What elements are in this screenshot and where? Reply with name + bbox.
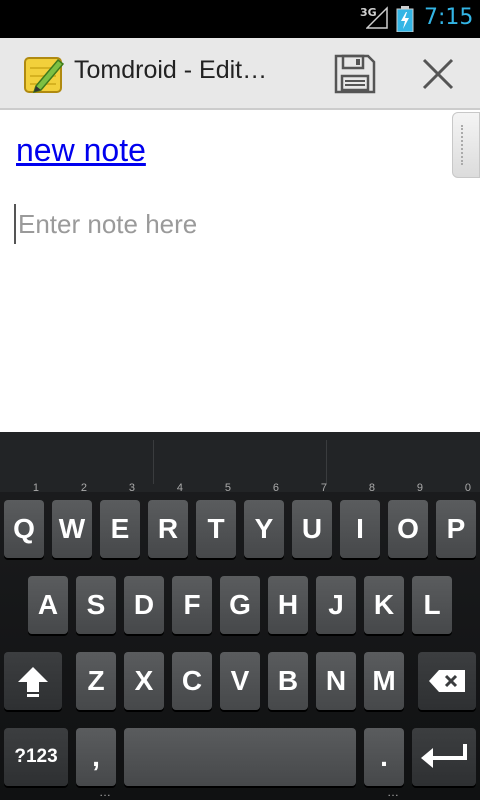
key-k[interactable]: K [364, 576, 404, 634]
floppy-disk-icon[interactable] [330, 50, 378, 98]
key-d[interactable]: D [124, 576, 164, 634]
signal-strength-icon [366, 6, 388, 29]
comma-key[interactable]: ,… [76, 728, 116, 798]
key-s[interactable]: S [76, 576, 116, 634]
status-bar: 3G 7:15 [0, 0, 480, 38]
key-e[interactable]: E3 [100, 482, 140, 558]
key-u[interactable]: U7 [292, 482, 332, 558]
key-r[interactable]: R4 [148, 482, 188, 558]
key-p[interactable]: P0 [436, 482, 476, 558]
enter-key[interactable] [412, 728, 476, 786]
note-body-input[interactable] [14, 204, 460, 244]
key-x[interactable]: X [124, 652, 164, 710]
key-v[interactable]: V [220, 652, 260, 710]
page-title: Tomdroid - Edit… [74, 56, 268, 84]
key-c[interactable]: C [172, 652, 212, 710]
key-n[interactable]: N [316, 652, 356, 710]
key-y[interactable]: Y6 [244, 482, 284, 558]
key-z[interactable]: Z [76, 652, 116, 710]
key-m[interactable]: M [364, 652, 404, 710]
pencil-notepad-icon[interactable] [22, 52, 66, 96]
key-w[interactable]: W2 [52, 482, 92, 558]
space-bar[interactable] [124, 728, 356, 786]
period-key[interactable]: .… [364, 728, 404, 798]
note-title-link[interactable]: new note [16, 132, 146, 169]
key-q[interactable]: Q1 [4, 482, 44, 558]
battery-charging-icon [396, 6, 414, 32]
fast-scroll-handle[interactable] [452, 112, 480, 178]
shift-arrow-icon [18, 667, 48, 697]
symbols-key[interactable]: ?123 [4, 728, 68, 786]
close-x-icon[interactable] [414, 50, 462, 98]
delete-key[interactable] [418, 652, 476, 710]
key-a[interactable]: A [28, 576, 68, 634]
key-j[interactable]: J [316, 576, 356, 634]
key-g[interactable]: G [220, 576, 260, 634]
shift-key[interactable] [4, 652, 62, 710]
clock: 7:15 [424, 5, 474, 30]
key-i[interactable]: I8 [340, 482, 380, 558]
enter-return-icon [421, 744, 467, 768]
key-b[interactable]: B [268, 652, 308, 710]
key-f[interactable]: F [172, 576, 212, 634]
key-h[interactable]: H [268, 576, 308, 634]
key-t[interactable]: T5 [196, 482, 236, 558]
key-l[interactable]: L [412, 576, 452, 634]
key-o[interactable]: O9 [388, 482, 428, 558]
soft-keyboard: Q1 W2 E3 R4 T5 Y6 U7 I8 O9 P0 A S D F G … [0, 432, 480, 800]
suggestion-strip [0, 432, 480, 492]
action-bar: Tomdroid - Edit… [0, 38, 480, 110]
backspace-icon [429, 670, 465, 692]
note-editor: new note [0, 110, 480, 432]
